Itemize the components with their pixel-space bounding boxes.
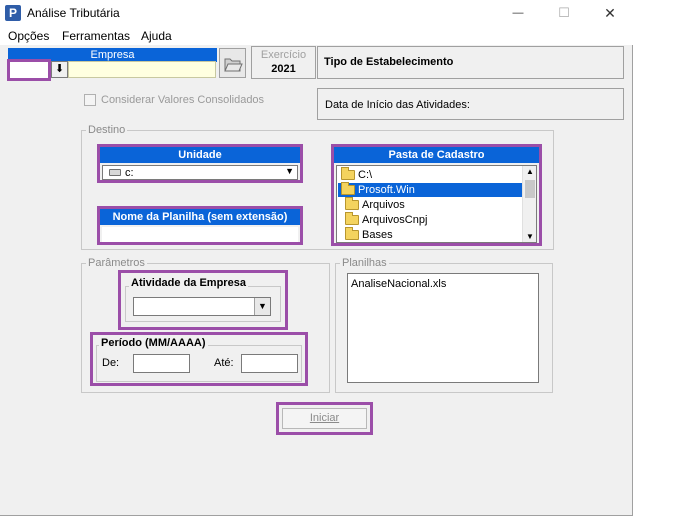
folder-item-label: Bases (362, 229, 393, 241)
title-bar: P Análise Tributária — ☐ ✕ (0, 0, 633, 26)
planilha-list-item[interactable]: AnaliseNacional.xls (351, 278, 446, 290)
atividade-label: Atividade da Empresa (129, 277, 248, 289)
exercicio-value: 2021 (271, 63, 296, 75)
de-label: De: (102, 357, 120, 369)
periodo-frame: Período (MM/AAAA) De: Até: (90, 332, 308, 386)
empresa-dropdown-button[interactable]: ⬇ (51, 61, 68, 78)
consolidados-label: Considerar Valores Consolidados (101, 94, 265, 106)
minimize-icon: — (512, 7, 524, 19)
folder-icon (345, 227, 359, 240)
exercicio-panel: Exercício 2021 (251, 46, 316, 79)
parametros-legend: Parâmetros (86, 257, 147, 269)
folder-item[interactable]: Arquivos (345, 197, 405, 212)
chevron-down-icon: ▼ (285, 166, 294, 176)
data-inicio-panel: Data de Início das Atividades: (317, 88, 624, 120)
app-icon: P (5, 5, 21, 21)
periodo-label: Período (MM/AAAA) (99, 337, 208, 349)
planilhas-list[interactable]: AnaliseNacional.xls (347, 273, 539, 383)
pasta-header: Pasta de Cadastro (334, 147, 539, 163)
folder-item[interactable]: Bases (345, 227, 393, 242)
folder-icon (345, 197, 359, 210)
close-icon: ✕ (604, 4, 616, 21)
folder-item-label: Arquivos (362, 199, 405, 211)
unidade-header: Unidade (100, 147, 300, 163)
folder-icon (345, 212, 359, 225)
menu-opcoes[interactable]: Opções (8, 29, 49, 43)
iniciar-button[interactable]: Iniciar (282, 408, 367, 429)
open-folder-icon (224, 58, 243, 72)
planilha-name-input[interactable] (102, 227, 298, 242)
periodo-ate-input[interactable] (241, 354, 298, 373)
unidade-frame: Unidade c: ▼ (97, 144, 303, 183)
folder-open-icon (341, 182, 355, 195)
empresa-code-frame (7, 59, 51, 81)
menu-ferramentas[interactable]: Ferramentas (62, 29, 130, 43)
data-inicio-label: Data de Início das Atividades: (325, 99, 470, 111)
folder-item-root[interactable]: C:\ (341, 167, 373, 182)
exercicio-label: Exercício (260, 49, 307, 61)
tipo-estabelecimento-panel: Tipo de Estabelecimento (317, 46, 624, 79)
iniciar-frame: Iniciar (276, 402, 373, 435)
folder-item-selected[interactable]: Prosoft.Win (338, 182, 523, 197)
close-button[interactable]: ✕ (587, 0, 633, 26)
atividade-select[interactable]: ▼ (133, 297, 271, 316)
empresa-name-input[interactable] (68, 61, 216, 78)
scrollbar-thumb[interactable] (525, 180, 535, 198)
maximize-button[interactable]: ☐ (541, 0, 587, 26)
maximize-icon: ☐ (558, 5, 570, 20)
folder-item[interactable]: ArquivosCnpj (345, 212, 428, 227)
download-arrow-icon: ⬇ (54, 63, 65, 75)
periodo-de-input[interactable] (133, 354, 190, 373)
chevron-up-icon: ▲ (526, 167, 534, 176)
pasta-frame: Pasta de Cadastro C:\ Prosoft.Win Arquiv… (331, 144, 542, 246)
tipo-estabelecimento-label: Tipo de Estabelecimento (324, 56, 454, 68)
main-window: P Análise Tributária — ☐ ✕ Opções Ferram… (0, 0, 633, 516)
minimize-button[interactable]: — (495, 0, 541, 26)
atividade-frame: Atividade da Empresa ▼ (118, 270, 288, 330)
planilha-frame: Nome da Planilha (sem extensão) (97, 206, 303, 245)
destino-legend: Destino (86, 124, 128, 136)
planilha-header: Nome da Planilha (sem extensão) (100, 209, 300, 225)
folder-item-label: ArquivosCnpj (362, 214, 428, 226)
empresa-code-input[interactable] (10, 62, 48, 78)
chevron-down-icon: ▼ (526, 232, 534, 241)
menu-ajuda[interactable]: Ajuda (141, 29, 172, 43)
open-folder-button[interactable] (219, 48, 246, 78)
unidade-select[interactable]: c: ▼ (102, 165, 298, 180)
folder-list[interactable]: C:\ Prosoft.Win Arquivos ArquivosCnpj Ba… (336, 165, 537, 243)
drive-icon (109, 169, 121, 176)
chevron-down-icon: ▼ (254, 298, 270, 315)
folder-item-label: C:\ (358, 169, 373, 181)
planilhas-legend: Planilhas (340, 257, 389, 269)
unidade-value: c: (125, 167, 134, 179)
consolidados-checkbox[interactable] (84, 94, 96, 106)
folder-item-label: Prosoft.Win (358, 184, 415, 196)
folder-open-icon (341, 167, 355, 180)
window-title: Análise Tributária (27, 6, 120, 20)
folder-scrollbar[interactable]: ▲ ▼ (522, 166, 536, 242)
ate-label: Até: (214, 357, 234, 369)
